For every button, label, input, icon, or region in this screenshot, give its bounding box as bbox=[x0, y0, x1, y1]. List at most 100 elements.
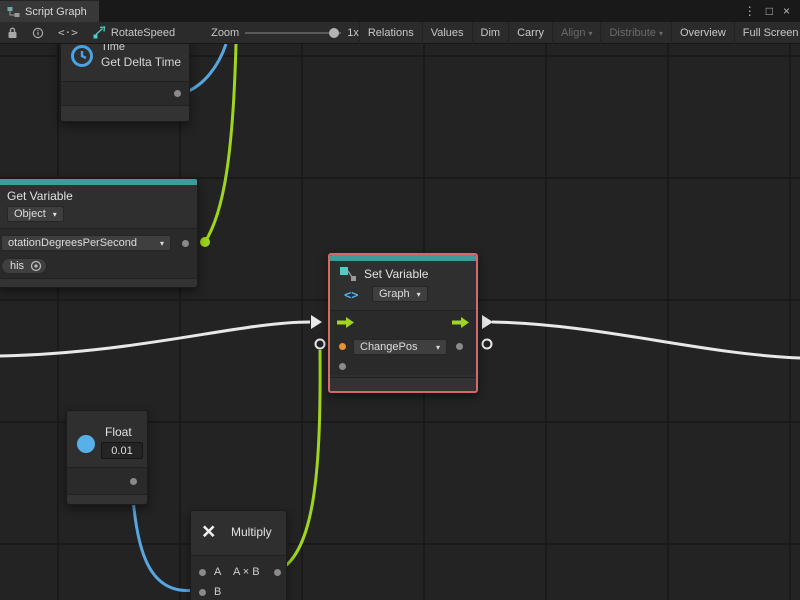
float-icon bbox=[77, 435, 95, 453]
toolbar-buttons: Relations Values Dim Carry Align ▾ Distr… bbox=[359, 22, 800, 44]
target-icon bbox=[30, 260, 42, 272]
port-variable-name[interactable] bbox=[182, 240, 189, 247]
values-button[interactable]: Values bbox=[423, 22, 473, 44]
script-graph-window: Script Graph ⋮ □ × <·> bbox=[0, 0, 800, 600]
node-footer bbox=[61, 105, 189, 121]
variable-name-label: otationDegreesPerSecond bbox=[8, 237, 137, 249]
clock-icon bbox=[70, 44, 94, 68]
port-multiply-a[interactable] bbox=[199, 569, 206, 576]
overview-label: Overview bbox=[680, 27, 726, 39]
align-button[interactable]: Align ▾ bbox=[553, 22, 601, 44]
port-multiply-b[interactable] bbox=[199, 589, 206, 596]
window-controls: ⋮ □ × bbox=[744, 0, 800, 22]
port-a-label: A bbox=[214, 566, 221, 578]
variable-name-dropdown[interactable]: ChangePos ▾ bbox=[353, 339, 447, 355]
graph-name-label: RotateSpeed bbox=[111, 27, 175, 39]
full-screen-button[interactable]: Full Screen bbox=[735, 22, 800, 44]
scope-label: Object bbox=[14, 208, 46, 220]
variable-name-dropdown[interactable]: otationDegreesPerSecond ▾ bbox=[1, 235, 171, 251]
result-label: A × B bbox=[233, 566, 260, 578]
port-extra-input[interactable] bbox=[339, 363, 346, 370]
tab-bar: Script Graph ⋮ □ × bbox=[0, 0, 800, 22]
zoom-slider-knob[interactable] bbox=[329, 28, 339, 38]
node-subtitle: Get Delta Time bbox=[101, 55, 181, 69]
node-title: Multiply bbox=[231, 525, 272, 539]
graph-canvas[interactable]: Time Get Delta Time Get Variable Object … bbox=[0, 44, 800, 600]
tab-script-graph[interactable]: Script Graph bbox=[0, 0, 99, 22]
zoom-slider-track bbox=[245, 32, 341, 34]
float-value-field[interactable]: 0.01 bbox=[101, 442, 143, 459]
dropdown-arrow-icon: ▾ bbox=[160, 239, 164, 248]
node-float[interactable]: Float 0.01 bbox=[66, 410, 148, 505]
node-multiply[interactable]: × Multiply A A × B B bbox=[190, 510, 287, 600]
set-variable-icon bbox=[339, 266, 357, 282]
flow-output-arrow[interactable] bbox=[452, 317, 469, 328]
node-set-variable[interactable]: Set Variable <> Graph ▾ ChangePos ▾ bbox=[328, 253, 478, 393]
distribute-label: Distribute bbox=[609, 27, 655, 39]
value-endpoint-ring-left[interactable] bbox=[316, 340, 325, 349]
node-get-delta-time[interactable]: Time Get Delta Time bbox=[60, 44, 190, 122]
inspect-button[interactable] bbox=[25, 22, 51, 44]
variable-name-label: ChangePos bbox=[360, 341, 418, 353]
dropdown-arrow-icon: ▾ bbox=[417, 290, 421, 299]
carry-button[interactable]: Carry bbox=[509, 22, 553, 44]
relations-button[interactable]: Relations bbox=[359, 22, 423, 44]
port-value-output[interactable] bbox=[456, 343, 463, 350]
graph-code-icon: <> bbox=[344, 288, 358, 302]
overview-button[interactable]: Overview bbox=[672, 22, 735, 44]
values-label: Values bbox=[431, 27, 464, 39]
node-title: Float bbox=[105, 425, 132, 439]
node-title: Get Variable bbox=[7, 189, 73, 203]
dim-label: Dim bbox=[481, 27, 501, 39]
dropdown-arrow-icon: ▾ bbox=[436, 343, 440, 352]
node-footer bbox=[0, 278, 197, 287]
lock-button[interactable] bbox=[0, 22, 25, 44]
node-title: Set Variable bbox=[364, 267, 428, 281]
node-footer bbox=[330, 377, 476, 391]
tab-label: Script Graph bbox=[25, 6, 87, 18]
api-icon: <·> bbox=[58, 26, 78, 39]
value-endpoint-ring-right[interactable] bbox=[483, 340, 492, 349]
menu-kebab-icon[interactable]: ⋮ bbox=[744, 4, 756, 18]
port-multiply-result[interactable] bbox=[274, 569, 281, 576]
this-label: his bbox=[10, 260, 24, 272]
dropdown-arrow-icon: ▾ bbox=[53, 210, 57, 219]
variable-accent-strip bbox=[330, 255, 476, 261]
node-footer bbox=[67, 494, 147, 504]
carry-label: Carry bbox=[517, 27, 544, 39]
wire-control-out[interactable] bbox=[492, 322, 800, 358]
variable-scope-dropdown[interactable]: Object ▾ bbox=[7, 206, 64, 222]
dropdown-arrow-icon: ▾ bbox=[588, 29, 592, 38]
flow-input-arrow[interactable] bbox=[337, 317, 354, 328]
control-input-arrow[interactable] bbox=[311, 315, 322, 329]
this-object-chip[interactable]: his bbox=[1, 258, 47, 274]
wire-control-in[interactable] bbox=[0, 322, 310, 356]
control-output-arrow[interactable] bbox=[482, 315, 493, 329]
zoom-slider[interactable] bbox=[245, 28, 341, 38]
api-button[interactable]: <·> bbox=[51, 22, 85, 44]
port-value-input[interactable] bbox=[339, 343, 346, 350]
node-get-variable[interactable]: Get Variable Object ▾ otationDegreesPerS… bbox=[0, 178, 198, 288]
lock-icon bbox=[7, 27, 18, 39]
align-label: Align bbox=[561, 27, 585, 39]
graph-toolbar: <·> RotateSpeed Zoom 1x Relations Val bbox=[0, 22, 800, 44]
graph-asset-icon bbox=[93, 26, 106, 39]
port-delta-time-output[interactable] bbox=[174, 90, 181, 97]
dim-button[interactable]: Dim bbox=[473, 22, 510, 44]
node-title: Time bbox=[101, 44, 125, 53]
maximize-icon[interactable]: □ bbox=[766, 4, 773, 18]
scope-label: Graph bbox=[379, 288, 410, 300]
dropdown-arrow-icon: ▾ bbox=[659, 29, 663, 38]
graph-reference[interactable]: RotateSpeed bbox=[85, 26, 183, 39]
zoom-value: 1x bbox=[347, 27, 359, 39]
multiply-icon: × bbox=[202, 520, 215, 543]
relations-label: Relations bbox=[368, 27, 414, 39]
distribute-button[interactable]: Distribute ▾ bbox=[601, 22, 671, 44]
variable-scope-dropdown[interactable]: Graph ▾ bbox=[372, 286, 428, 302]
port-float-output[interactable] bbox=[130, 478, 137, 485]
info-icon bbox=[32, 27, 44, 39]
close-icon[interactable]: × bbox=[783, 4, 790, 18]
full-screen-label: Full Screen bbox=[743, 27, 799, 39]
variable-accent-strip bbox=[0, 179, 197, 185]
zoom-control: Zoom 1x bbox=[211, 27, 359, 39]
